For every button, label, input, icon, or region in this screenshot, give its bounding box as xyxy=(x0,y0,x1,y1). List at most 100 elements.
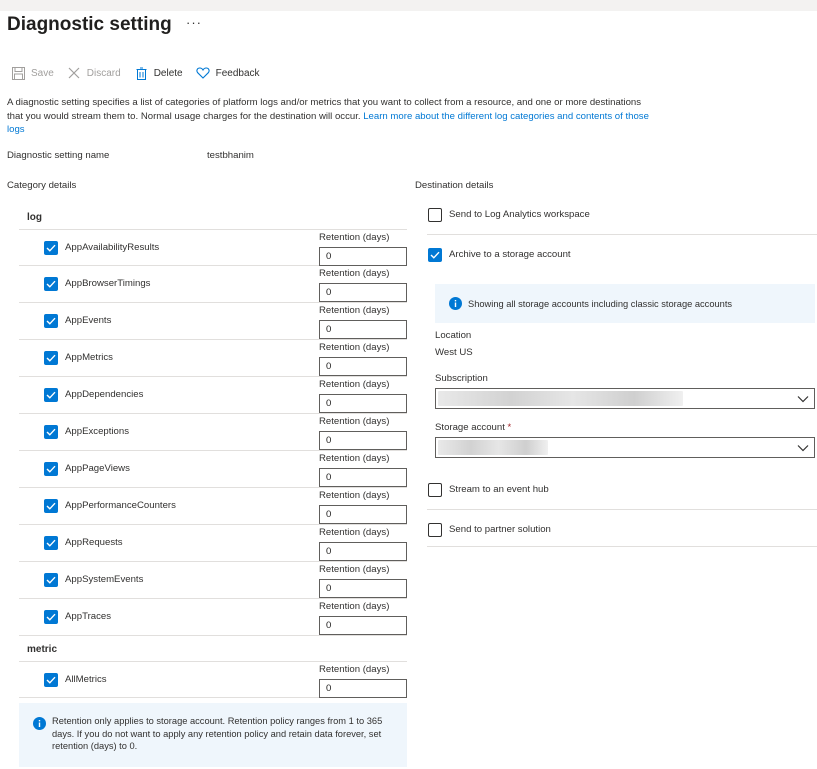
setting-name-value: testbhanim xyxy=(207,150,254,161)
retention-days-input[interactable] xyxy=(319,357,407,376)
storage-account-checkbox[interactable] xyxy=(428,248,442,262)
retention-label: Retention (days) xyxy=(319,490,390,501)
retention-label: Retention (days) xyxy=(319,379,390,390)
subscription-dropdown[interactable] xyxy=(435,388,815,409)
discard-icon xyxy=(67,66,82,81)
checkmark-icon xyxy=(46,502,56,510)
category-name: AppSystemEvents xyxy=(65,574,144,585)
category-row: AppDependencies Retention (days) xyxy=(19,377,407,414)
category-name: AllMetrics xyxy=(65,674,107,685)
chevron-down-icon xyxy=(797,393,809,408)
more-options-button[interactable]: ··· xyxy=(186,15,202,30)
category-name: AppMetrics xyxy=(65,352,113,363)
log-analytics-option[interactable]: Send to Log Analytics workspace xyxy=(427,195,817,235)
storage-account-field-label: Storage account * xyxy=(435,422,511,433)
retention-days-input[interactable] xyxy=(319,247,407,266)
checkmark-icon xyxy=(430,251,440,259)
category-checkbox[interactable] xyxy=(44,277,58,291)
retention-days-input[interactable] xyxy=(319,283,407,302)
discard-button[interactable]: Discard xyxy=(67,64,121,82)
feedback-label: Feedback xyxy=(215,67,260,79)
partner-solution-option[interactable]: Send to partner solution xyxy=(427,510,817,547)
category-row: AppRequests Retention (days) xyxy=(19,525,407,562)
info-icon xyxy=(33,717,46,733)
storage-info-box: Showing all storage accounts including c… xyxy=(435,284,815,323)
retention-info-box: Retention only applies to storage accoun… xyxy=(19,703,407,767)
category-name: AppPerformanceCounters xyxy=(65,500,176,511)
category-name: AppBrowserTimings xyxy=(65,278,151,289)
description: A diagnostic setting specifies a list of… xyxy=(7,96,657,137)
metric-category-list: AllMetrics Retention (days) xyxy=(19,661,407,698)
top-strip xyxy=(0,0,817,11)
delete-icon xyxy=(134,66,149,81)
info-icon xyxy=(449,297,462,313)
category-name: AppPageViews xyxy=(65,463,130,474)
storage-account-label: Archive to a storage account xyxy=(449,249,571,260)
retention-info-text: Retention only applies to storage accoun… xyxy=(52,716,383,751)
page-title: Diagnostic setting xyxy=(7,14,172,35)
retention-label: Retention (days) xyxy=(319,527,390,538)
storage-account-dropdown[interactable] xyxy=(435,437,815,458)
required-mark: * xyxy=(507,422,512,433)
category-checkbox[interactable] xyxy=(44,499,58,513)
partner-solution-label: Send to partner solution xyxy=(449,524,551,535)
retention-label: Retention (days) xyxy=(319,453,390,464)
checkmark-icon xyxy=(46,428,56,436)
event-hub-checkbox[interactable] xyxy=(428,483,442,497)
retention-label: Retention (days) xyxy=(319,305,390,316)
save-label: Save xyxy=(31,67,54,79)
category-checkbox[interactable] xyxy=(44,241,58,255)
checkmark-icon xyxy=(46,676,56,684)
retention-days-input[interactable] xyxy=(319,394,407,413)
retention-label: Retention (days) xyxy=(319,564,390,575)
category-row: AppEvents Retention (days) xyxy=(19,303,407,340)
category-checkbox[interactable] xyxy=(44,536,58,550)
category-row: AppSystemEvents Retention (days) xyxy=(19,562,407,599)
checkmark-icon xyxy=(46,280,56,288)
chevron-down-icon xyxy=(797,442,809,457)
delete-button[interactable]: Delete xyxy=(134,64,183,82)
retention-days-input[interactable] xyxy=(319,431,407,450)
retention-days-input[interactable] xyxy=(319,542,407,561)
subscription-value-redacted xyxy=(438,391,683,406)
checkmark-icon xyxy=(46,465,56,473)
partner-solution-checkbox[interactable] xyxy=(428,523,442,537)
destination-details-heading: Destination details xyxy=(415,180,494,191)
retention-days-input[interactable] xyxy=(319,320,407,339)
category-row: AppMetrics Retention (days) xyxy=(19,340,407,377)
retention-label: Retention (days) xyxy=(319,664,390,675)
category-name: AppAvailabilityResults xyxy=(65,242,160,253)
retention-days-input[interactable] xyxy=(319,468,407,487)
category-row: AllMetrics Retention (days) xyxy=(19,661,407,698)
storage-account-option[interactable]: Archive to a storage account xyxy=(427,235,817,275)
category-name: AppDependencies xyxy=(65,389,144,400)
location-value: West US xyxy=(435,347,473,358)
storage-account-field-text: Storage account xyxy=(435,422,505,433)
category-checkbox[interactable] xyxy=(44,673,58,687)
category-row: AppExceptions Retention (days) xyxy=(19,414,407,451)
category-checkbox[interactable] xyxy=(44,351,58,365)
category-row: AppPerformanceCounters Retention (days) xyxy=(19,488,407,525)
log-analytics-checkbox[interactable] xyxy=(428,208,442,222)
save-button[interactable]: Save xyxy=(11,64,54,82)
save-icon xyxy=(11,66,26,81)
category-checkbox[interactable] xyxy=(44,314,58,328)
event-hub-label: Stream to an event hub xyxy=(449,484,549,495)
retention-days-input[interactable] xyxy=(319,505,407,524)
category-checkbox[interactable] xyxy=(44,462,58,476)
retention-days-input[interactable] xyxy=(319,679,407,698)
category-checkbox[interactable] xyxy=(44,388,58,402)
retention-days-input[interactable] xyxy=(319,616,407,635)
retention-days-input[interactable] xyxy=(319,579,407,598)
event-hub-option[interactable]: Stream to an event hub xyxy=(427,470,817,510)
category-row: AppBrowserTimings Retention (days) xyxy=(19,266,407,303)
category-checkbox[interactable] xyxy=(44,610,58,624)
category-row: AppTraces Retention (days) xyxy=(19,599,407,636)
checkmark-icon xyxy=(46,539,56,547)
category-checkbox[interactable] xyxy=(44,573,58,587)
category-checkbox[interactable] xyxy=(44,425,58,439)
retention-label: Retention (days) xyxy=(319,232,390,243)
checkmark-icon xyxy=(46,354,56,362)
feedback-button[interactable]: Feedback xyxy=(196,64,260,82)
retention-label: Retention (days) xyxy=(319,342,390,353)
